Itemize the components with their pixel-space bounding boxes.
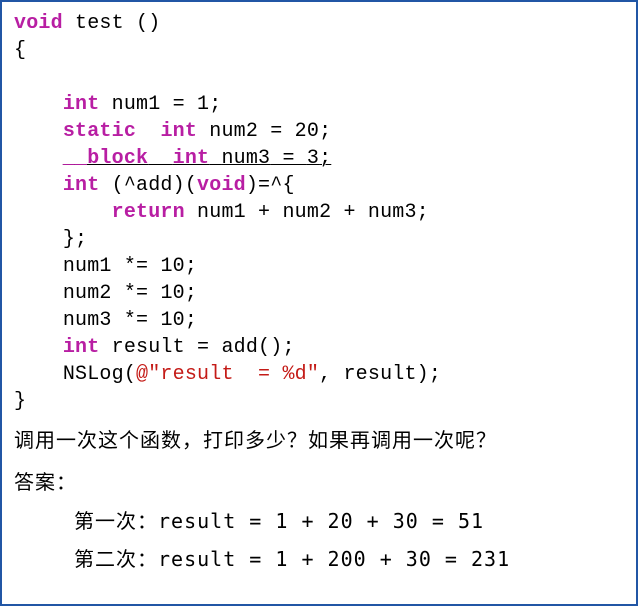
- num3-val: 3: [307, 147, 319, 170]
- result-decl: result = add();: [99, 336, 294, 359]
- string-literal: @"result = %d": [136, 363, 319, 386]
- answer-first-expr: result = 1 + 20 + 30 = 51: [158, 509, 484, 533]
- indent: [14, 363, 63, 386]
- indent: [14, 174, 63, 197]
- var-num3: num3: [221, 147, 270, 170]
- indent: [14, 309, 63, 332]
- var-num2: num2: [209, 120, 258, 143]
- brace-close: }: [14, 390, 26, 413]
- indent: [14, 282, 63, 305]
- keyword-void: void: [197, 174, 246, 197]
- indent: [14, 147, 63, 170]
- num1-val: 1: [197, 93, 209, 116]
- document-frame: void test () { int num1 = 1; static int …: [0, 0, 638, 606]
- semi: ;: [185, 309, 197, 332]
- brace-open: {: [14, 39, 26, 62]
- keyword-return: return: [112, 201, 185, 224]
- answer-second-expr: result = 1 + 200 + 30 = 231: [158, 547, 510, 571]
- space: [197, 120, 209, 143]
- question-text: 调用一次这个函数，打印多少？如果再调用一次呢？: [14, 425, 636, 457]
- add-decl-open: (^add)(: [99, 174, 197, 197]
- eq: =: [258, 120, 295, 143]
- answer-label: 答案：: [14, 467, 636, 499]
- paren-open: (: [124, 363, 136, 386]
- indent: [14, 336, 63, 359]
- assign-num1: num1 *=: [63, 255, 161, 278]
- indent: [14, 120, 63, 143]
- assign-num3: num3 *=: [63, 309, 161, 332]
- nslog-fn: NSLog: [63, 363, 124, 386]
- question-section: 调用一次这个函数，打印多少？如果再调用一次呢？ 答案： 第一次：result =…: [14, 425, 636, 575]
- space: [99, 93, 111, 116]
- ten: 10: [160, 282, 184, 305]
- num2-val: 20: [295, 120, 319, 143]
- eq: =: [270, 147, 307, 170]
- semi: ;: [185, 255, 197, 278]
- keyword-void: void: [14, 12, 63, 35]
- assign-num2: num2 *=: [63, 282, 161, 305]
- eq: =: [160, 93, 197, 116]
- semi: ;: [185, 282, 197, 305]
- keyword-int: int: [160, 120, 197, 143]
- semi: ;: [319, 147, 331, 170]
- answer-first-label: 第一次：: [74, 509, 158, 533]
- semi: ;: [319, 120, 331, 143]
- keyword-int: int: [63, 93, 100, 116]
- keyword-int: int: [173, 147, 210, 170]
- var-num1: num1: [112, 93, 161, 116]
- code-block: void test () { int num1 = 1; static int …: [14, 10, 636, 415]
- space: [209, 147, 221, 170]
- semi: ;: [209, 93, 221, 116]
- function-name: test (): [75, 12, 160, 35]
- nslog-args: , result);: [319, 363, 441, 386]
- keyword-int: int: [63, 174, 100, 197]
- indent: [14, 201, 112, 224]
- ten: 10: [160, 309, 184, 332]
- indent: [14, 93, 63, 116]
- block-close: };: [63, 228, 87, 251]
- answer-second: 第二次：result = 1 + 200 + 30 = 231: [74, 543, 636, 575]
- answer-first: 第一次：result = 1 + 20 + 30 = 51: [74, 505, 636, 537]
- keyword-block: __block: [63, 147, 148, 170]
- space: [63, 12, 75, 35]
- indent: [14, 255, 63, 278]
- return-expr: num1 + num2 + num3;: [185, 201, 429, 224]
- indent: [14, 228, 63, 251]
- keyword-int: int: [63, 336, 100, 359]
- space: [136, 120, 160, 143]
- space: [148, 147, 172, 170]
- ten: 10: [160, 255, 184, 278]
- answer-second-label: 第二次：: [74, 547, 158, 571]
- keyword-static: static: [63, 120, 136, 143]
- add-decl-close: )=^{: [246, 174, 295, 197]
